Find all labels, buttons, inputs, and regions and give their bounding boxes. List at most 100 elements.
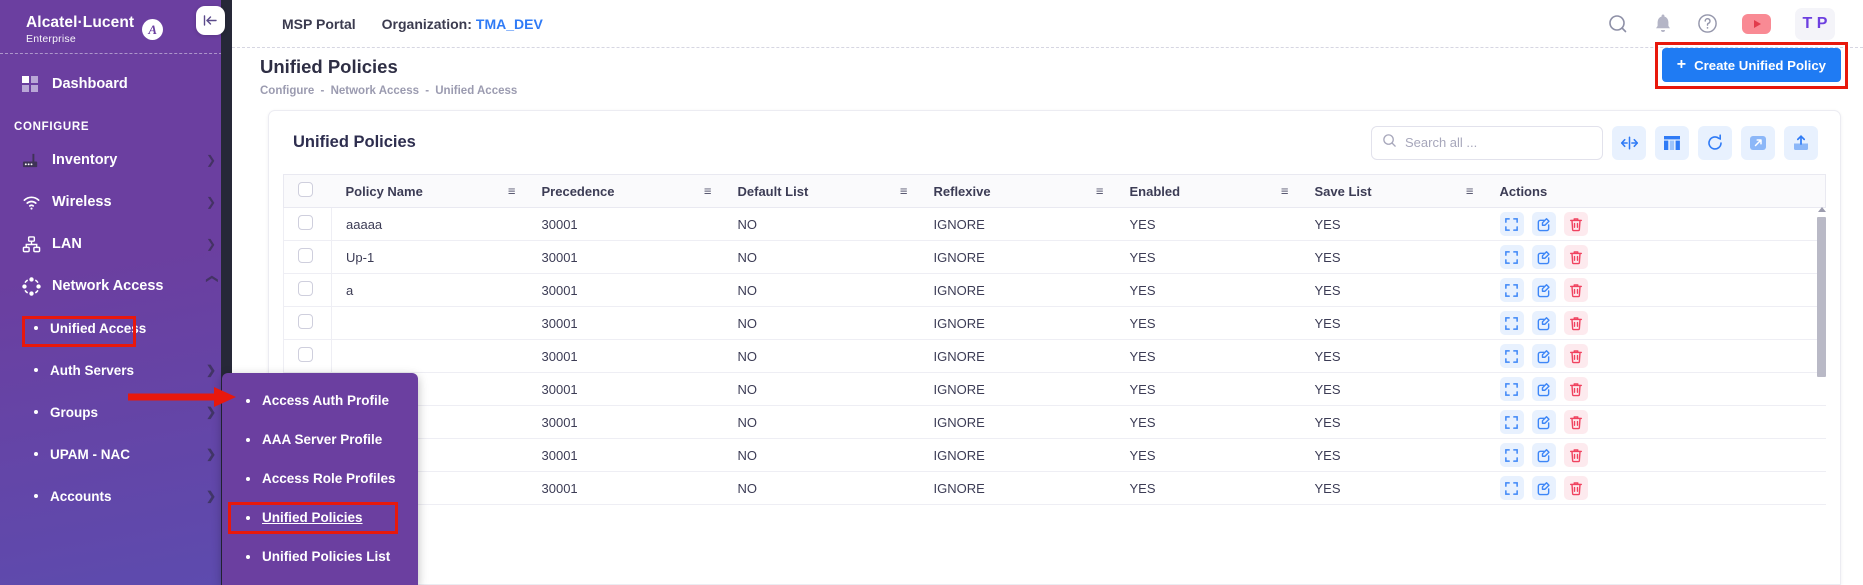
breadcrumb-item-network-access[interactable]: Network Access bbox=[331, 85, 419, 97]
breadcrumb-separator: - bbox=[425, 85, 430, 97]
view-details-icon[interactable] bbox=[1499, 443, 1524, 467]
table-row[interactable]: 30001 NO IGNORE YES YES bbox=[283, 405, 1826, 439]
chevron-up-icon[interactable]: ❯ bbox=[204, 274, 218, 284]
view-details-icon[interactable] bbox=[1499, 410, 1524, 434]
edit-pencil-icon[interactable] bbox=[1531, 443, 1556, 467]
view-details-icon[interactable] bbox=[1499, 377, 1524, 401]
flyout-item-access-auth-profile[interactable]: Access Auth Profile bbox=[222, 381, 418, 420]
table-scrollbar[interactable] bbox=[1817, 207, 1826, 584]
create-unified-policy-button[interactable]: + Create Unified Policy bbox=[1661, 48, 1841, 82]
column-header-save-list[interactable]: Save List ≡ bbox=[1300, 174, 1486, 208]
delete-trash-icon[interactable] bbox=[1563, 344, 1588, 368]
flyout-item-unified-policies-list[interactable]: Unified Policies List bbox=[222, 537, 418, 576]
youtube-play-icon[interactable] bbox=[1742, 13, 1771, 34]
bullet-icon bbox=[246, 476, 250, 481]
table-row[interactable]: 30001 NO IGNORE YES YES bbox=[283, 372, 1826, 406]
column-header-policy-name[interactable]: Policy Name ≡ bbox=[331, 174, 528, 208]
table-row[interactable]: a 30001 NO IGNORE YES YES bbox=[283, 273, 1826, 307]
breadcrumb-item-configure[interactable]: Configure bbox=[260, 85, 314, 97]
delete-trash-icon[interactable] bbox=[1563, 410, 1588, 434]
delete-trash-icon[interactable] bbox=[1563, 443, 1588, 467]
row-checkbox[interactable] bbox=[298, 314, 313, 329]
chevron-right-icon[interactable]: ❯ bbox=[206, 447, 216, 461]
flyout-item-unified-policies[interactable]: Unified Policies bbox=[222, 498, 418, 537]
avatar[interactable]: T P bbox=[1795, 7, 1835, 40]
search-icon[interactable] bbox=[1607, 13, 1629, 35]
sidebar-item-lan[interactable]: LAN ❯ bbox=[0, 223, 232, 265]
view-details-icon[interactable] bbox=[1499, 278, 1524, 302]
column-settings-icon[interactable] bbox=[1655, 125, 1689, 160]
row-checkbox[interactable] bbox=[298, 347, 313, 362]
sidebar-item-label: Wireless bbox=[52, 194, 112, 211]
column-menu-icon[interactable]: ≡ bbox=[1096, 185, 1104, 198]
table-row[interactable]: 30001 NO IGNORE YES YES bbox=[283, 438, 1826, 472]
sidebar-subitem-unified-access[interactable]: Unified Access bbox=[0, 307, 232, 349]
column-header-reflexive[interactable]: Reflexive ≡ bbox=[919, 174, 1116, 208]
edit-pencil-icon[interactable] bbox=[1531, 476, 1556, 500]
search-input[interactable] bbox=[1405, 135, 1592, 150]
edit-pencil-icon[interactable] bbox=[1531, 278, 1556, 302]
column-menu-icon[interactable]: ≡ bbox=[704, 185, 712, 198]
fit-columns-icon[interactable] bbox=[1612, 125, 1646, 160]
sidebar-subitem-upam-nac[interactable]: UPAM - NAC ❯ bbox=[0, 433, 232, 475]
collapse-sidebar-icon[interactable] bbox=[196, 6, 225, 35]
help-circle-icon[interactable] bbox=[1697, 13, 1718, 34]
table-row[interactable]: Up-1 30001 NO IGNORE YES YES bbox=[283, 240, 1826, 274]
column-menu-icon[interactable]: ≡ bbox=[900, 185, 908, 198]
view-details-icon[interactable] bbox=[1499, 344, 1524, 368]
view-details-icon[interactable] bbox=[1499, 212, 1524, 236]
sidebar-item-inventory[interactable]: Inventory ❯ bbox=[0, 139, 232, 181]
chevron-down-icon[interactable]: ❯ bbox=[206, 237, 216, 251]
edit-pencil-icon[interactable] bbox=[1531, 410, 1556, 434]
chevron-right-icon[interactable]: ❯ bbox=[206, 153, 216, 167]
organization-value[interactable]: TMA_DEV bbox=[476, 16, 543, 32]
flyout-item-aaa-server-profile[interactable]: AAA Server Profile bbox=[222, 420, 418, 459]
export-upload-icon[interactable] bbox=[1784, 125, 1818, 160]
row-checkbox[interactable] bbox=[298, 248, 313, 263]
sidebar-subitem-accounts[interactable]: Accounts ❯ bbox=[0, 475, 232, 517]
view-details-icon[interactable] bbox=[1499, 245, 1524, 269]
cell-enabled: YES bbox=[1115, 339, 1301, 373]
table-row[interactable]: 30001 NO IGNORE YES YES bbox=[283, 339, 1826, 373]
scroll-up-arrow-icon[interactable] bbox=[1818, 207, 1826, 212]
edit-pencil-icon[interactable] bbox=[1531, 212, 1556, 236]
sidebar-item-dashboard[interactable]: Dashboard bbox=[0, 61, 232, 107]
view-details-icon[interactable] bbox=[1499, 311, 1524, 335]
edit-pencil-icon[interactable] bbox=[1531, 344, 1556, 368]
view-details-icon[interactable] bbox=[1499, 476, 1524, 500]
delete-trash-icon[interactable] bbox=[1563, 377, 1588, 401]
table-row[interactable]: 30001 NO IGNORE YES YES bbox=[283, 306, 1826, 340]
search-box[interactable] bbox=[1371, 125, 1603, 160]
delete-trash-icon[interactable] bbox=[1563, 212, 1588, 236]
chevron-down-icon[interactable]: ❯ bbox=[206, 195, 216, 209]
scrollbar-thumb[interactable] bbox=[1817, 217, 1826, 377]
delete-trash-icon[interactable] bbox=[1563, 476, 1588, 500]
edit-pencil-icon[interactable] bbox=[1531, 245, 1556, 269]
breadcrumb-item-unified-access[interactable]: Unified Access bbox=[435, 85, 517, 97]
msp-portal-label[interactable]: MSP Portal bbox=[282, 16, 356, 32]
edit-pencil-icon[interactable] bbox=[1531, 377, 1556, 401]
column-header-enabled[interactable]: Enabled ≡ bbox=[1115, 174, 1301, 208]
row-checkbox[interactable] bbox=[298, 281, 313, 296]
sidebar-item-wireless[interactable]: Wireless ❯ bbox=[0, 181, 232, 223]
table-row[interactable]: 30001 NO IGNORE YES YES bbox=[283, 471, 1826, 505]
flyout-item-access-role-profiles[interactable]: Access Role Profiles bbox=[222, 459, 418, 498]
select-all-checkbox[interactable] bbox=[298, 182, 313, 197]
expand-fullscreen-icon[interactable] bbox=[1741, 125, 1775, 160]
bell-icon[interactable] bbox=[1653, 13, 1673, 34]
delete-trash-icon[interactable] bbox=[1563, 278, 1588, 302]
delete-trash-icon[interactable] bbox=[1563, 245, 1588, 269]
row-checkbox[interactable] bbox=[298, 215, 313, 230]
edit-pencil-icon[interactable] bbox=[1531, 311, 1556, 335]
table-row[interactable]: aaaaa 30001 NO IGNORE YES YES bbox=[283, 207, 1826, 241]
column-menu-icon[interactable]: ≡ bbox=[508, 185, 516, 198]
refresh-icon[interactable] bbox=[1698, 125, 1732, 160]
column-header-default-list[interactable]: Default List ≡ bbox=[723, 174, 920, 208]
sidebar-item-network-access[interactable]: Network Access ❯ bbox=[0, 265, 232, 307]
column-menu-icon[interactable]: ≡ bbox=[1281, 185, 1289, 198]
column-menu-icon[interactable]: ≡ bbox=[1466, 185, 1474, 198]
delete-trash-icon[interactable] bbox=[1563, 311, 1588, 335]
chevron-right-icon[interactable]: ❯ bbox=[206, 489, 216, 503]
chevron-right-icon[interactable]: ❯ bbox=[206, 363, 216, 377]
column-header-precedence[interactable]: Precedence ≡ bbox=[527, 174, 724, 208]
